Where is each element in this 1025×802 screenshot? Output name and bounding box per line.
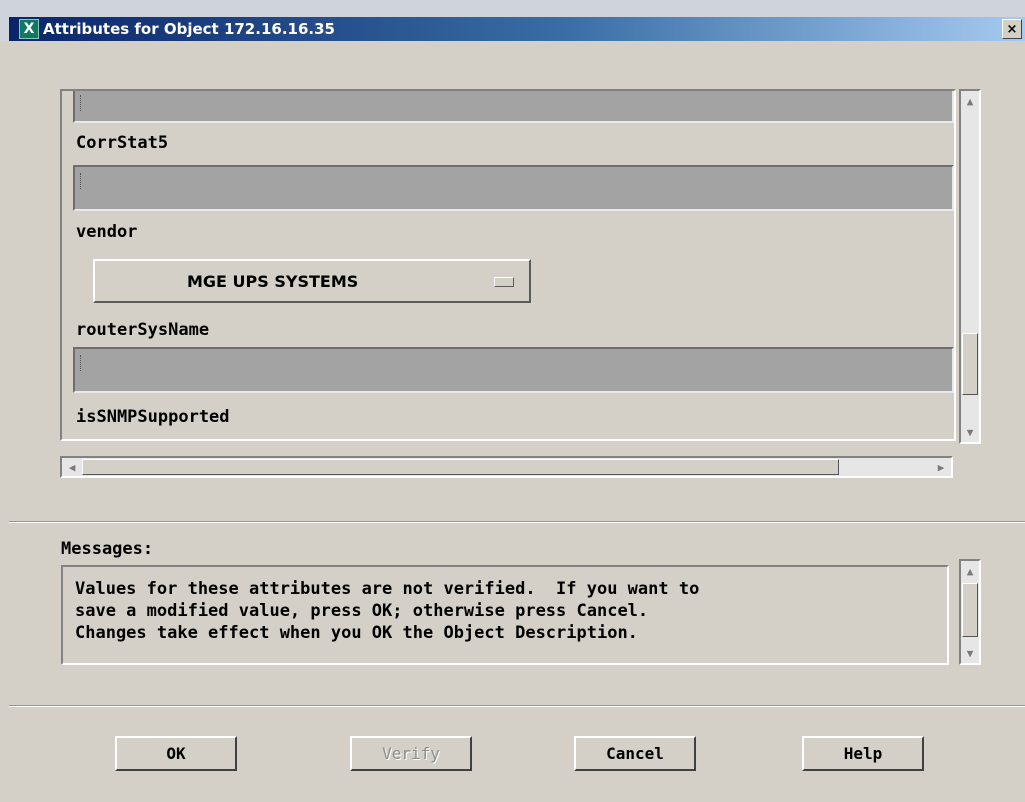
text-cursor-icon (80, 355, 86, 371)
messages-label: Messages: (61, 539, 154, 559)
separator (9, 705, 1025, 707)
vendor-option-value: MGE UPS SYSTEMS (187, 271, 359, 291)
scroll-right-arrow-icon[interactable]: ▶ (933, 459, 949, 475)
app-icon: X (19, 19, 39, 39)
scroll-up-arrow-icon[interactable]: ▲ (962, 93, 978, 109)
attribute-label-issnmpsupported: isSNMPSupported (76, 407, 230, 427)
attributes-list-panel: CorrStat5 vendor MGE UPS SYSTEMS routerS… (60, 89, 956, 441)
scroll-up-arrow-icon[interactable]: ▲ (962, 563, 978, 579)
scrollbar-thumb[interactable] (82, 459, 839, 475)
option-menu-indicator-icon (494, 277, 514, 287)
attributes-dialog: CorrStat5 vendor MGE UPS SYSTEMS routerS… (9, 41, 1025, 802)
scrollbar-thumb[interactable] (962, 583, 978, 637)
scroll-down-arrow-icon[interactable]: ▼ (962, 424, 978, 440)
attribute-value-field-previous[interactable] (73, 91, 954, 123)
verify-button[interactable]: Verify (350, 736, 472, 771)
attribute-label-routersysname: routerSysName (76, 320, 210, 340)
attribute-label-corrstat5: CorrStat5 (76, 133, 169, 153)
help-button[interactable]: Help (802, 736, 924, 771)
messages-text-area[interactable]: Values for these attributes are not veri… (61, 565, 949, 665)
cancel-button[interactable]: Cancel (574, 736, 696, 771)
window-titlebar: X Attributes for Object 172.16.16.35 × (0, 0, 1025, 41)
messages-vertical-scrollbar[interactable]: ▲ ▼ (959, 559, 981, 665)
scrollbar-thumb[interactable] (962, 333, 978, 395)
attributes-horizontal-scrollbar[interactable]: ◀ ▶ (60, 456, 953, 478)
corrstat5-field[interactable] (73, 165, 954, 211)
scroll-down-arrow-icon[interactable]: ▼ (962, 645, 978, 661)
close-button[interactable]: × (1002, 19, 1022, 39)
ok-button[interactable]: OK (115, 736, 237, 771)
routersysname-field[interactable] (73, 347, 954, 393)
attribute-label-vendor: vendor (76, 222, 138, 242)
text-cursor-icon (80, 173, 86, 189)
window-title: Attributes for Object 172.16.16.35 (43, 20, 335, 38)
vendor-option-menu[interactable]: MGE UPS SYSTEMS (93, 259, 531, 303)
titlebar-bar[interactable]: X Attributes for Object 172.16.16.35 × (9, 17, 1025, 41)
separator (9, 521, 1025, 523)
attributes-vertical-scrollbar[interactable]: ▲ ▼ (959, 89, 981, 444)
text-cursor-icon (80, 95, 86, 111)
scroll-left-arrow-icon[interactable]: ◀ (64, 459, 80, 475)
